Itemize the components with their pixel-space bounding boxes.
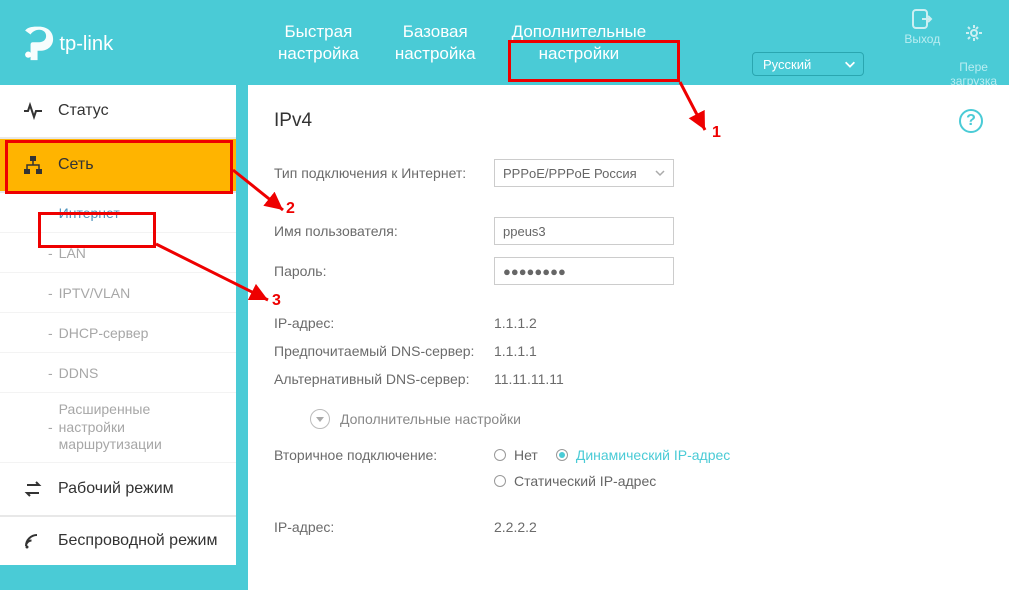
sidebar-sub-label: Расширенные настройки маршрутизации — [59, 401, 199, 454]
network-icon — [22, 154, 44, 176]
sidebar-sub-routing[interactable]: -Расширенные настройки маршрутизации — [0, 393, 236, 463]
reboot-icon — [962, 22, 986, 44]
sidebar-network-submenu: -Интернет -LAN -IPTV/VLAN -DHCP-сервер -… — [0, 193, 236, 463]
advanced-settings-toggle[interactable]: Дополнительные настройки — [310, 409, 983, 429]
ip-value: 1.1.1.2 — [494, 315, 537, 331]
tab-quick-setup[interactable]: Быстрая настройка — [260, 21, 377, 64]
tplink-logo-icon: tp-link — [22, 23, 162, 63]
sidebar-sub-label: IPTV/VLAN — [59, 285, 131, 301]
sidebar-item-status[interactable]: Статус — [0, 85, 236, 139]
chevron-down-icon — [843, 57, 857, 71]
sidebar-sub-internet[interactable]: -Интернет — [0, 193, 236, 233]
radio-icon — [494, 475, 506, 487]
logout-button[interactable]: Выход — [904, 8, 940, 46]
reboot-button[interactable]: Пере загрузка — [950, 8, 997, 88]
swap-icon — [22, 478, 44, 500]
ip2-value: 2.2.2.2 — [494, 519, 537, 535]
dns1-value: 1.1.1.1 — [494, 343, 537, 359]
advanced-settings-label: Дополнительные настройки — [340, 411, 521, 427]
ip2-label: IP-адрес: — [274, 519, 494, 535]
logout-icon — [910, 8, 934, 30]
sidebar-item-label: Сеть — [58, 156, 94, 174]
sidebar-item-network[interactable]: Сеть — [0, 139, 236, 193]
sidebar-sub-dhcp[interactable]: -DHCP-сервер — [0, 313, 236, 353]
sidebar-item-label: Статус — [58, 102, 109, 120]
brand-logo: tp-link — [0, 23, 240, 63]
sec-conn-label: Вторичное подключение: — [274, 447, 494, 463]
section-title: IPv4 — [274, 110, 312, 132]
dns2-value: 11.11.11.11 — [494, 371, 564, 387]
sidebar-sub-label: DDNS — [59, 365, 99, 381]
tab-advanced-setup[interactable]: Дополнительные настройки — [494, 21, 665, 64]
language-select[interactable]: Русский — [752, 52, 864, 76]
dns1-label: Предпочитаемый DNS-сервер: — [274, 343, 494, 359]
radio-icon — [556, 449, 568, 461]
conn-type-select[interactable]: PPPoE/PPPoE Россия — [494, 159, 674, 187]
language-value: Русский — [763, 57, 811, 72]
password-label: Пароль: — [274, 263, 494, 279]
pulse-icon — [22, 100, 44, 122]
sidebar-item-label: Рабочий режим — [58, 480, 174, 498]
radio-label-text: Нет — [514, 447, 538, 463]
tab-basic-setup[interactable]: Базовая настройка — [377, 21, 494, 64]
radio-label-text: Статический IP-адрес — [514, 473, 656, 489]
radio-dynamic-ip[interactable]: Динамический IP-адрес — [556, 447, 730, 463]
username-label: Имя пользователя: — [274, 223, 494, 239]
svg-text:tp-link: tp-link — [59, 33, 114, 55]
wifi-icon — [22, 530, 44, 552]
sidebar-sub-label: DHCP-сервер — [59, 325, 149, 341]
sidebar-sub-label: LAN — [59, 245, 86, 261]
help-button[interactable]: ? — [959, 109, 983, 133]
sidebar-item-opmode[interactable]: Рабочий режим — [0, 463, 236, 517]
reboot-label: Пере загрузка — [950, 60, 997, 88]
sidebar-item-label: Беспроводной режим — [58, 532, 217, 550]
radio-none[interactable]: Нет — [494, 447, 538, 463]
sidebar-sub-lan[interactable]: -LAN — [0, 233, 236, 273]
conn-type-value: PPPoE/PPPoE Россия — [503, 166, 637, 181]
password-input[interactable] — [494, 257, 674, 285]
logout-label: Выход — [904, 32, 940, 46]
username-input[interactable] — [494, 217, 674, 245]
radio-label-text: Динамический IP-адрес — [576, 447, 730, 463]
expand-icon — [310, 409, 330, 429]
radio-static-ip[interactable]: Статический IP-адрес — [494, 473, 656, 489]
sidebar-item-wireless[interactable]: Беспроводной режим — [0, 517, 236, 565]
conn-type-label: Тип подключения к Интернет: — [274, 165, 494, 181]
ip-label: IP-адрес: — [274, 315, 494, 331]
dns2-label: Альтернативный DNS-сервер: — [274, 371, 494, 387]
radio-icon — [494, 449, 506, 461]
sidebar-sub-label: Интернет — [59, 205, 120, 221]
chevron-down-icon — [655, 168, 665, 178]
sidebar-sub-ddns[interactable]: -DDNS — [0, 353, 236, 393]
sidebar-sub-iptv[interactable]: -IPTV/VLAN — [0, 273, 236, 313]
